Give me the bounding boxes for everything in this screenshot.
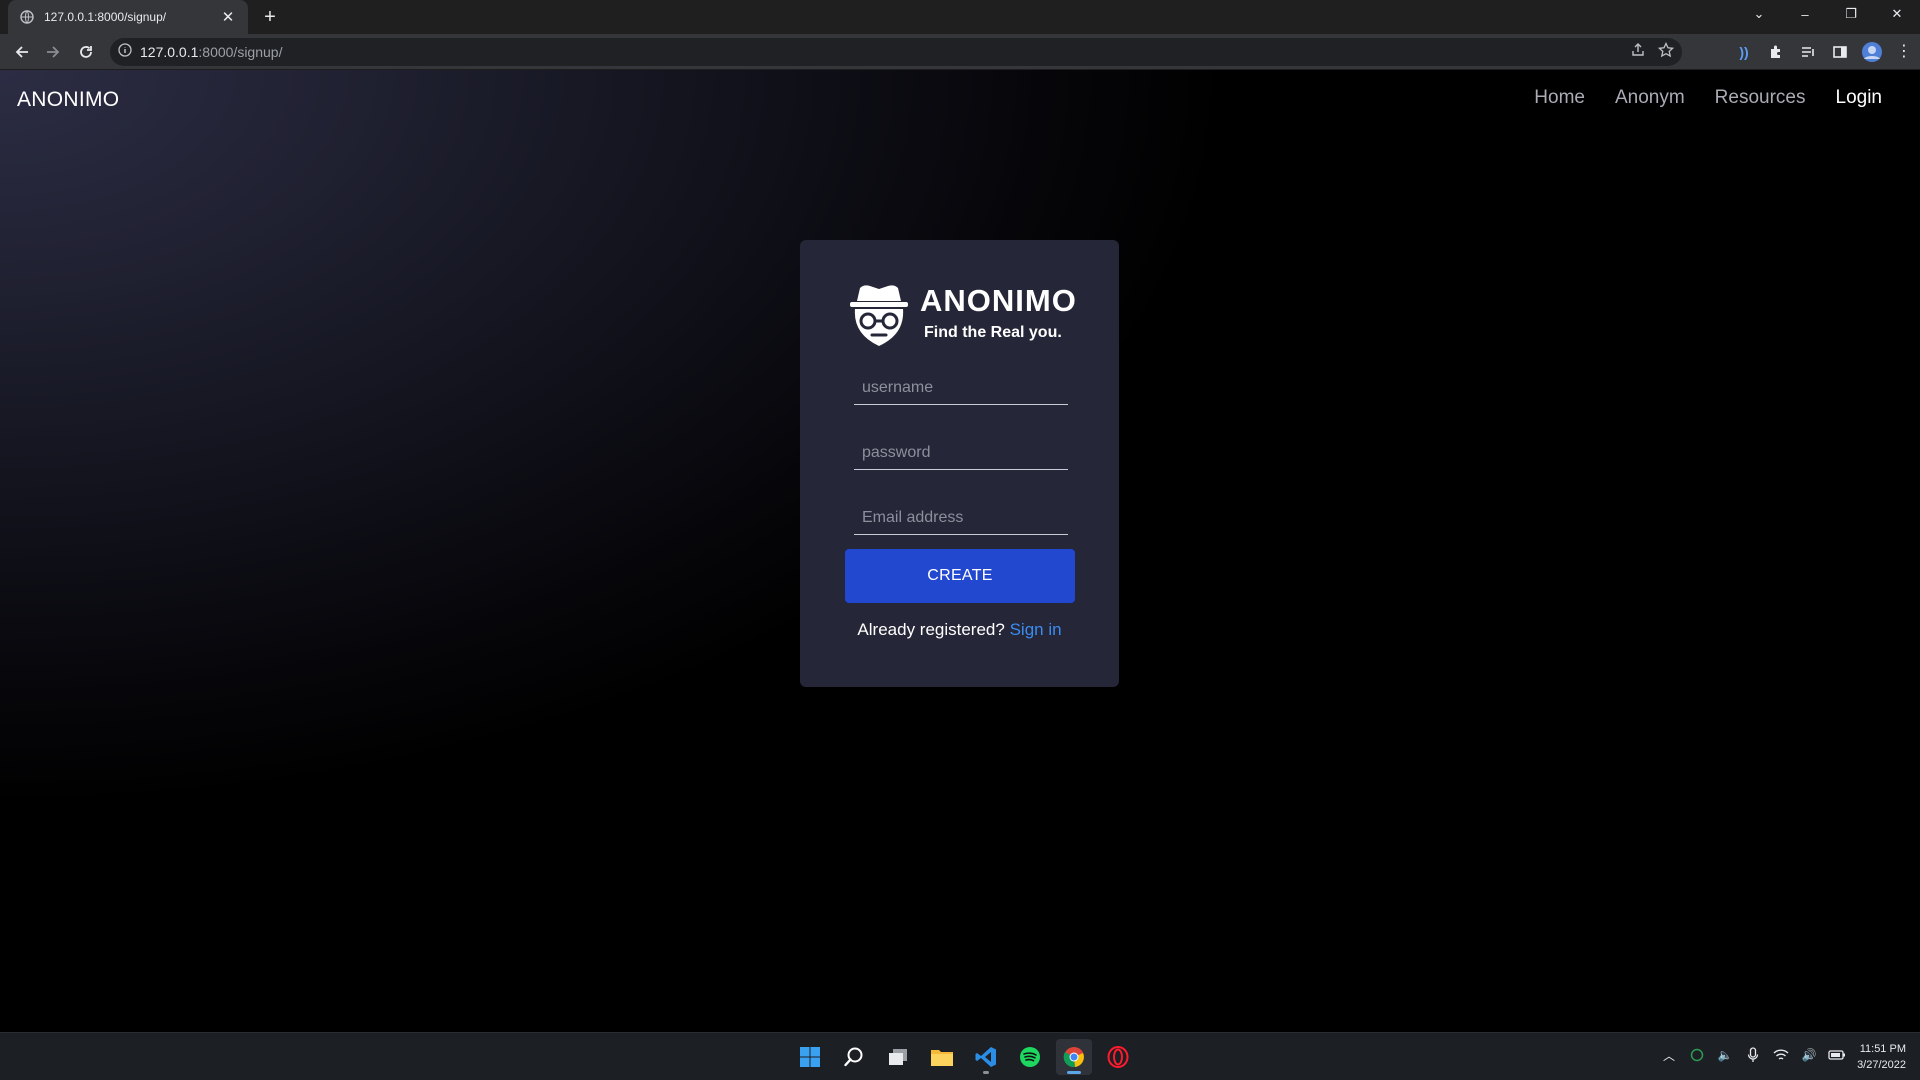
spotify-icon[interactable] [1012,1039,1048,1075]
url-text: 127.0.0.1:8000/signup/ [140,44,282,60]
minimize-icon[interactable]: – [1782,0,1828,28]
browser-tab[interactable]: 127.0.0.1:8000/signup/ ✕ [8,0,248,34]
running-indicator [1067,1071,1081,1074]
running-indicator [983,1071,989,1074]
email-input[interactable] [854,501,1068,534]
email-field [854,501,1068,535]
page-viewport: ANONIMO Home Anonym Resources Login ANON… [0,70,1920,1032]
opera-icon[interactable] [1100,1039,1136,1075]
address-bar[interactable]: 127.0.0.1:8000/signup/ [110,38,1682,66]
username-field [854,371,1068,405]
system-tray: ︿ 🔈 🔊 [1660,1045,1846,1065]
nav-resources[interactable]: Resources [1715,87,1806,109]
logo-text: ANONIMO Find the Real you. [920,284,1077,342]
media-queue-icon[interactable] [1792,40,1824,64]
nav-home[interactable]: Home [1534,87,1585,109]
battery-icon[interactable] [1828,1045,1846,1065]
nav-anonym[interactable]: Anonym [1615,87,1685,109]
browser-toolbar: 127.0.0.1:8000/signup/ )) ⋮ [0,34,1920,70]
status-circle-icon[interactable] [1688,1045,1706,1065]
task-view-icon[interactable] [880,1039,916,1075]
signin-row: Already registered? Sign in [800,620,1119,640]
globe-icon [20,10,34,24]
info-icon[interactable] [118,42,132,62]
extensions-icon[interactable] [1760,40,1792,64]
clock-time: 11:51 PM [1859,1043,1906,1055]
close-window-icon[interactable]: ✕ [1874,0,1920,28]
site-nav: Home Anonym Resources Login [1534,87,1882,109]
incognito-icon [850,285,908,346]
password-field [854,436,1068,470]
tab-search-icon[interactable]: ⌄ [1736,0,1782,28]
clock[interactable]: 11:51 PM 3/27/2022 [1857,1041,1906,1073]
site-brand[interactable]: ANONIMO [17,88,119,112]
window-controls: ⌄ – ❐ ✕ [1736,0,1920,34]
microphone-icon[interactable] [1744,1045,1762,1065]
side-panel-icon[interactable] [1824,40,1856,64]
logo-tagline: Find the Real you. [924,324,1062,341]
speaker-icon[interactable]: 🔈 [1716,1045,1734,1065]
signin-prompt: Already registered? [857,620,1005,639]
vscode-icon[interactable] [968,1039,1004,1075]
restore-icon[interactable]: ❐ [1828,0,1874,28]
clock-date: 3/27/2022 [1857,1059,1906,1071]
profile-avatar[interactable] [1856,40,1888,64]
start-icon[interactable] [792,1039,828,1075]
password-input[interactable] [854,436,1068,469]
browser-menu-icon[interactable]: ⋮ [1888,40,1920,64]
url-host: 127.0.0.1 [140,44,199,60]
volume-icon[interactable]: 🔊 [1800,1045,1818,1065]
taskbar: ︿ 🔈 🔊 11:51 PM 3/27/2022 [0,1032,1920,1080]
back-icon[interactable] [10,40,34,64]
signin-link[interactable]: Sign in [1010,620,1062,639]
toolbar-actions: )) ⋮ [1728,40,1920,64]
read-aloud-icon[interactable]: )) [1728,40,1760,64]
chevron-up-icon[interactable]: ︿ [1660,1045,1678,1065]
search-icon[interactable] [836,1039,872,1075]
reload-icon[interactable] [74,40,98,64]
new-tab-icon[interactable]: + [260,6,280,28]
taskbar-apps [792,1039,1136,1075]
username-input[interactable] [854,371,1068,404]
nav-login[interactable]: Login [1836,87,1883,109]
chrome-icon[interactable] [1056,1039,1092,1075]
logo-name: ANONIMO [920,283,1077,318]
browser-tabstrip: 127.0.0.1:8000/signup/ ✕ + ⌄ – ❐ ✕ [0,0,1920,34]
file-explorer-icon[interactable] [924,1039,960,1075]
signup-card: ANONIMO Find the Real you. CREATE Alread… [800,240,1119,687]
share-icon[interactable] [1630,42,1646,63]
create-button[interactable]: CREATE [845,549,1075,603]
close-tab-icon[interactable]: ✕ [220,9,236,26]
url-path: :8000/signup/ [198,44,283,60]
bookmark-star-icon[interactable] [1657,41,1675,63]
wifi-icon[interactable] [1772,1045,1790,1065]
logo: ANONIMO Find the Real you. [848,284,1077,350]
tab-title: 127.0.0.1:8000/signup/ [44,10,167,24]
forward-icon[interactable] [41,40,65,64]
